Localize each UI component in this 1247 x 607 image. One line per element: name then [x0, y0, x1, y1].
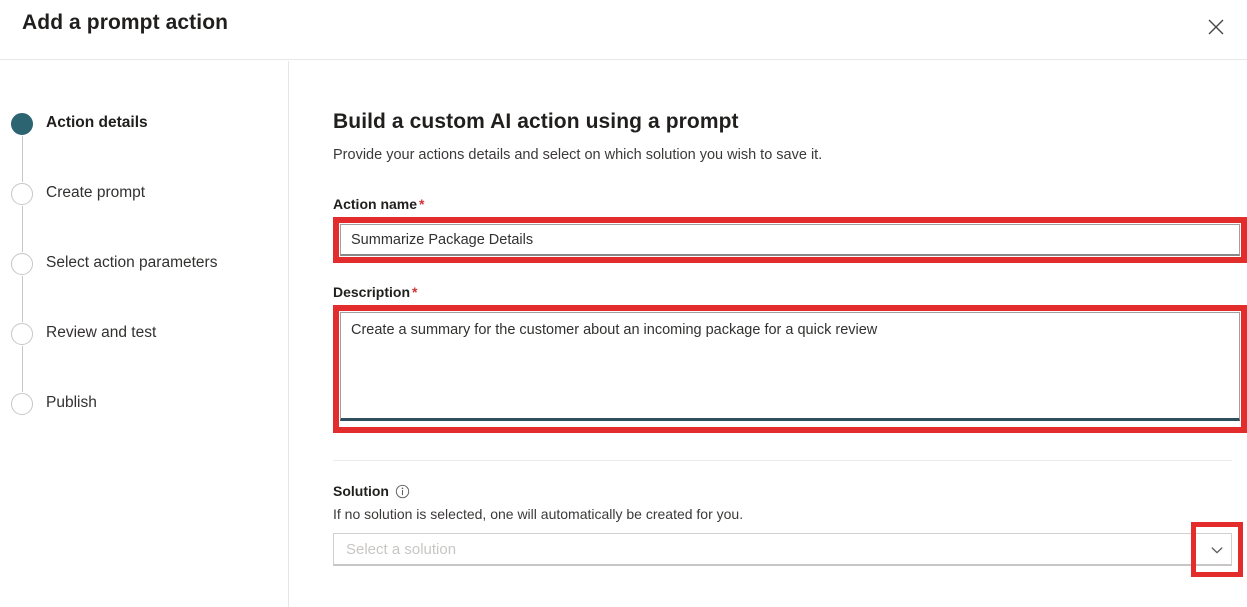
section-divider	[333, 460, 1232, 461]
step-status-circle-empty	[11, 393, 33, 415]
step-status-circle-empty	[11, 323, 33, 345]
section-subtext: Provide your actions details and select …	[333, 147, 823, 163]
field-solution: Solution If no solution is selected, one…	[333, 483, 1247, 577]
info-circle-icon[interactable]	[395, 484, 410, 499]
step-connector-line	[22, 346, 23, 392]
step-status-circle-filled	[11, 113, 33, 135]
solution-dropdown-toggle[interactable]	[1191, 522, 1243, 577]
sidebar-item-publish[interactable]: Publish	[11, 392, 281, 422]
form-content: Build a custom AI action using a prompt …	[333, 61, 1247, 577]
main-panel: Build a custom AI action using a prompt …	[290, 61, 1247, 607]
section-heading: Build a custom AI action using a prompt	[333, 110, 739, 133]
chevron-down-icon	[1209, 542, 1225, 558]
action-name-label: Action name *	[333, 196, 1247, 212]
sidebar-item-review-and-test[interactable]: Review and test	[11, 322, 281, 392]
wizard-step-list: Action details Create prompt Select acti…	[11, 112, 281, 422]
description-label: Description *	[333, 284, 1247, 300]
page-title: Add a prompt action	[22, 11, 229, 34]
wizard-rail: Action details Create prompt Select acti…	[0, 61, 289, 607]
sidebar-item-label: Action details	[46, 114, 148, 131]
sidebar-item-label: Select action parameters	[46, 254, 218, 271]
sidebar-item-label: Publish	[46, 394, 97, 411]
step-status-circle-empty	[11, 253, 33, 275]
step-status-circle-empty	[11, 183, 33, 205]
solution-combobox[interactable]	[333, 522, 1243, 577]
sidebar-item-label: Review and test	[46, 324, 157, 341]
description-textarea[interactable]	[340, 312, 1240, 421]
sidebar-item-select-action-parameters[interactable]: Select action parameters	[11, 252, 281, 322]
solution-help-text: If no solution is selected, one will aut…	[333, 506, 744, 522]
description-label-text: Description	[333, 284, 411, 300]
sidebar-item-label: Create prompt	[46, 184, 146, 201]
sidebar-item-action-details[interactable]: Action details	[11, 112, 281, 182]
field-description: Description *	[333, 284, 1247, 433]
step-connector-line	[22, 206, 23, 252]
step-connector-line	[22, 276, 23, 322]
step-connector-line	[22, 136, 23, 182]
action-name-highlight-box	[333, 217, 1247, 263]
action-name-input[interactable]	[340, 224, 1240, 256]
description-highlight-box	[333, 305, 1247, 433]
action-name-label-text: Action name	[333, 196, 418, 212]
field-action-name: Action name *	[333, 196, 1247, 263]
close-icon	[1207, 18, 1225, 36]
solution-label-row: Solution	[333, 483, 1247, 499]
close-button[interactable]	[1195, 8, 1237, 46]
solution-label: Solution	[333, 483, 389, 499]
required-asterisk: *	[419, 196, 425, 212]
solution-input[interactable]	[333, 533, 1232, 566]
required-asterisk: *	[412, 284, 418, 300]
sidebar-item-create-prompt[interactable]: Create prompt	[11, 182, 281, 252]
dialog-header: Add a prompt action	[0, 0, 1247, 60]
